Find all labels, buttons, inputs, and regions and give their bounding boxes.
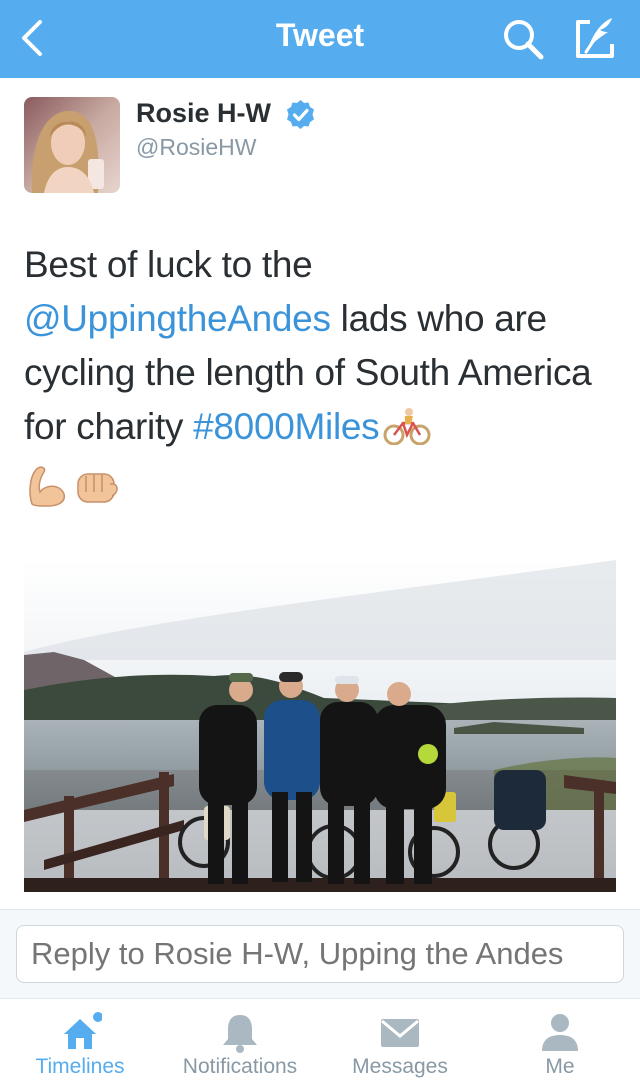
tab-bar: Timelines Notifications Messages Me xyxy=(0,998,640,1086)
photo-image xyxy=(24,560,616,892)
reply-input[interactable] xyxy=(16,925,624,983)
tweet-text: Best of luck to the @UppingtheAndes lads… xyxy=(24,238,624,454)
fisted-hand-icon xyxy=(77,473,118,503)
envelope-icon xyxy=(381,1019,419,1047)
tab-notifications[interactable]: Notifications xyxy=(160,999,320,1086)
tab-label: Me xyxy=(545,1055,575,1078)
tab-me[interactable]: Me xyxy=(480,999,640,1086)
reply-bar xyxy=(0,910,640,998)
tab-messages[interactable]: Messages xyxy=(320,999,480,1086)
tab-label: Notifications xyxy=(182,1055,298,1078)
tab-timelines[interactable]: Timelines xyxy=(0,999,160,1086)
mention-link[interactable]: @UppingtheAndes xyxy=(24,298,331,339)
display-name[interactable]: Rosie H-W xyxy=(136,98,271,129)
bicyclist-icon xyxy=(383,408,431,445)
bell-icon xyxy=(223,1015,257,1053)
nav-bar: Tweet xyxy=(0,0,640,78)
verified-badge-icon xyxy=(287,100,314,129)
search-icon xyxy=(504,20,544,60)
emoji-row xyxy=(29,466,118,507)
search-button[interactable] xyxy=(500,16,546,62)
avatar-image xyxy=(24,97,120,193)
compose-icon xyxy=(576,18,614,58)
avatar[interactable] xyxy=(24,97,120,193)
user-handle[interactable]: @RosieHW xyxy=(136,134,256,161)
person-icon xyxy=(542,1014,578,1051)
tab-label: Messages xyxy=(352,1055,448,1078)
compose-button[interactable] xyxy=(572,14,620,62)
hashtag-link[interactable]: #8000Miles xyxy=(193,406,380,447)
home-icon xyxy=(64,1012,102,1049)
tweet-photo[interactable] xyxy=(24,560,616,892)
flexed-biceps-icon xyxy=(29,466,66,507)
notification-dot-icon xyxy=(93,1012,102,1022)
tab-label: Timelines xyxy=(35,1055,125,1078)
tweet-text-part: Best of luck to the xyxy=(24,244,313,285)
